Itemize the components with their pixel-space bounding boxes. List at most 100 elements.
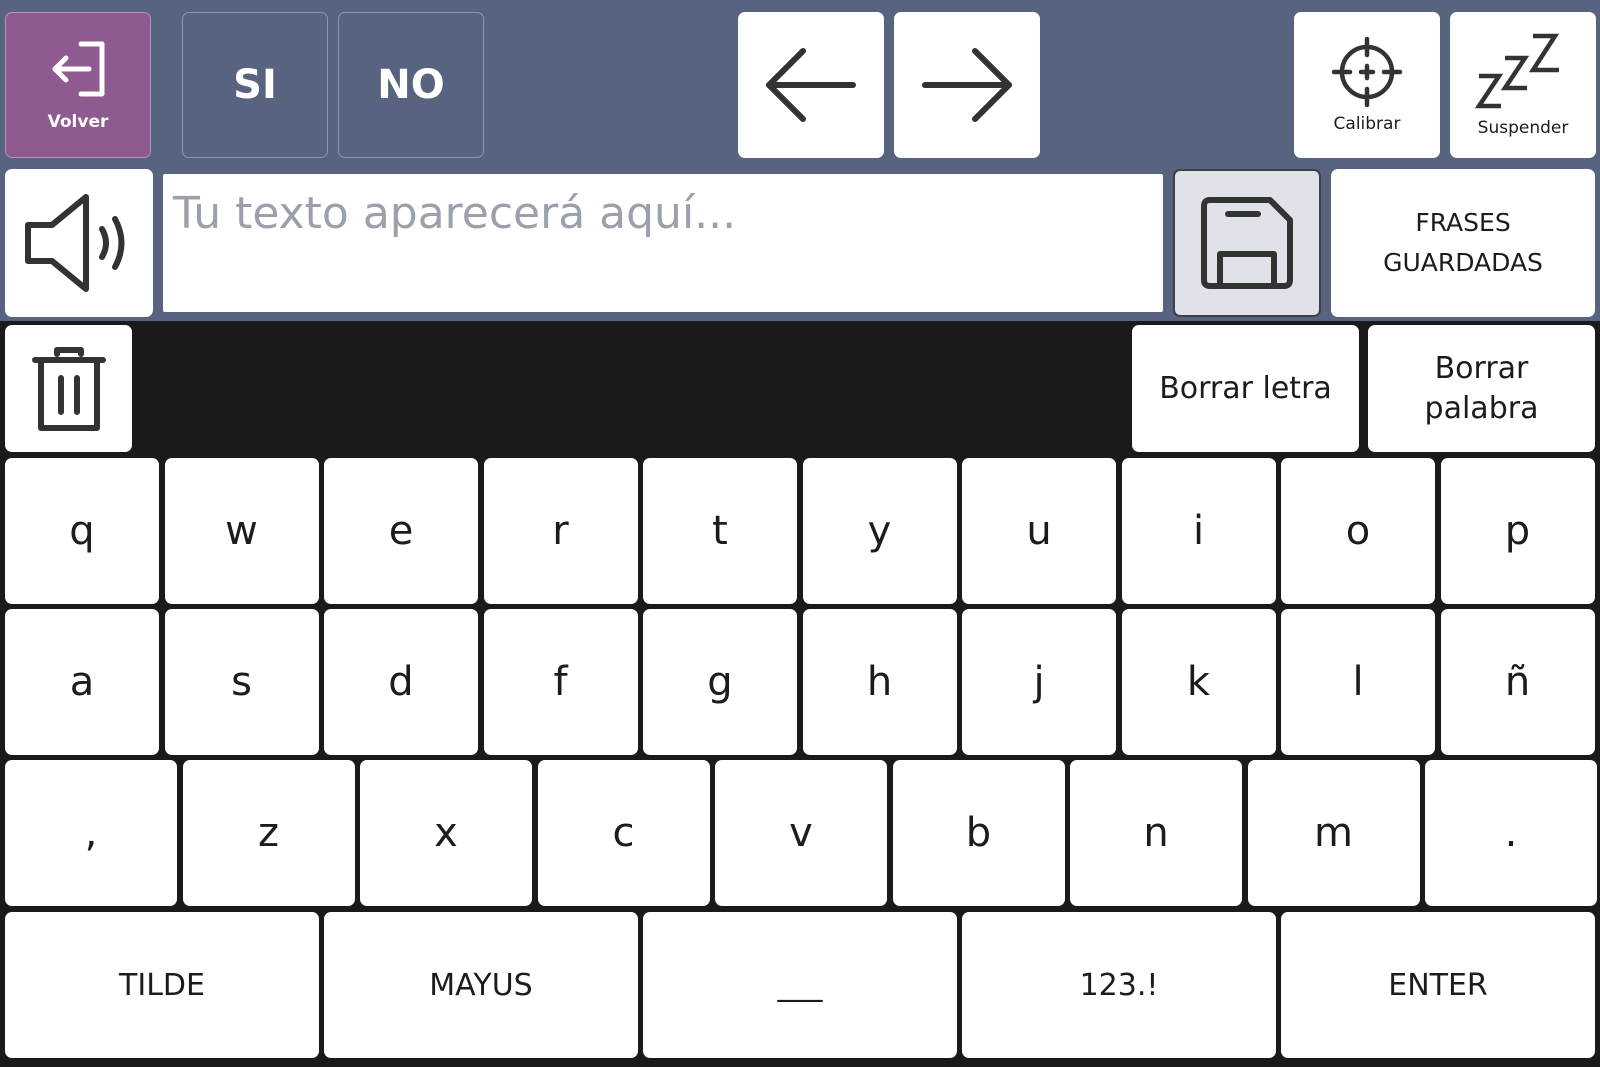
key-o[interactable]: o bbox=[1281, 458, 1435, 604]
key-x[interactable]: x bbox=[360, 760, 532, 906]
cursor-right-button[interactable] bbox=[894, 12, 1040, 158]
no-button[interactable]: NO bbox=[338, 12, 484, 158]
no-label: NO bbox=[377, 62, 445, 108]
calibrar-label: Calibrar bbox=[1333, 114, 1401, 134]
suspender-label: Suspender bbox=[1477, 118, 1569, 138]
key-y[interactable]: y bbox=[802, 458, 957, 604]
key-label: ENTER bbox=[1388, 967, 1488, 1003]
key-label: e bbox=[388, 508, 414, 554]
key-label: TILDE bbox=[119, 967, 205, 1003]
key-label: , bbox=[84, 810, 98, 856]
cursor-left-button[interactable] bbox=[738, 12, 884, 158]
delete-word-button[interactable]: Borrar palabra bbox=[1368, 325, 1595, 452]
key-w[interactable]: w bbox=[164, 458, 319, 604]
key-t[interactable]: t bbox=[643, 458, 797, 604]
key-label: h bbox=[866, 659, 893, 705]
key-label: s bbox=[231, 659, 252, 705]
suspender-button[interactable]: Suspender bbox=[1450, 12, 1596, 158]
volver-label: Volver bbox=[47, 112, 109, 132]
key-label: c bbox=[612, 810, 635, 856]
key-m[interactable]: m bbox=[1247, 760, 1420, 906]
key-label: l bbox=[1352, 659, 1364, 705]
key-numbers-symbols[interactable]: 123.! bbox=[962, 912, 1276, 1058]
key-z[interactable]: z bbox=[182, 760, 355, 906]
speaker-icon bbox=[25, 194, 125, 292]
trash-icon bbox=[31, 346, 106, 431]
delete-letter-button[interactable]: Borrar letra bbox=[1132, 325, 1359, 452]
delete-word-line1: Borrar bbox=[1434, 350, 1529, 386]
si-label: SI bbox=[233, 62, 277, 108]
key-enye[interactable]: ñ bbox=[1440, 609, 1595, 755]
delete-letter-label: Borrar letra bbox=[1159, 370, 1332, 406]
arrow-left-icon bbox=[766, 48, 856, 122]
key-i[interactable]: i bbox=[1121, 458, 1276, 604]
key-v[interactable]: v bbox=[715, 760, 887, 906]
key-label: r bbox=[552, 508, 569, 554]
key-space[interactable]: ___ bbox=[643, 912, 957, 1058]
key-label: v bbox=[789, 810, 813, 856]
key-label: w bbox=[225, 508, 258, 554]
save-floppy-icon bbox=[1201, 197, 1293, 289]
saved-phrases-line2: GUARDADAS bbox=[1383, 248, 1543, 277]
key-p[interactable]: p bbox=[1440, 458, 1595, 604]
si-button[interactable]: SI bbox=[182, 12, 328, 158]
key-label: u bbox=[1026, 508, 1052, 554]
key-label: p bbox=[1504, 508, 1531, 554]
exit-icon bbox=[52, 41, 105, 97]
message-text-field[interactable] bbox=[163, 174, 1163, 312]
delete-word-line2: palabra bbox=[1424, 390, 1539, 426]
key-label: MAYUS bbox=[429, 967, 533, 1003]
sleep-zzz-icon bbox=[1475, 33, 1560, 109]
calibrar-button[interactable]: Calibrar bbox=[1294, 12, 1440, 158]
key-c[interactable]: c bbox=[537, 760, 710, 906]
speak-button[interactable] bbox=[5, 169, 153, 317]
key-label: g bbox=[707, 659, 733, 705]
key-period[interactable]: . bbox=[1425, 760, 1597, 906]
key-q[interactable]: q bbox=[5, 458, 159, 604]
clear-all-button[interactable] bbox=[5, 325, 132, 452]
key-label: 123.! bbox=[1079, 967, 1159, 1003]
key-comma[interactable]: , bbox=[5, 760, 177, 906]
key-label: m bbox=[1314, 810, 1353, 856]
key-label: ___ bbox=[777, 967, 823, 1003]
volver-button[interactable]: Volver bbox=[5, 12, 151, 158]
key-r[interactable]: r bbox=[483, 458, 638, 604]
key-label: q bbox=[69, 508, 95, 554]
key-s[interactable]: s bbox=[164, 609, 319, 755]
saved-phrases-line1: FRASES bbox=[1415, 208, 1511, 237]
key-enter[interactable]: ENTER bbox=[1281, 912, 1595, 1058]
key-j[interactable]: j bbox=[962, 609, 1116, 755]
key-u[interactable]: u bbox=[962, 458, 1116, 604]
key-a[interactable]: a bbox=[5, 609, 159, 755]
key-g[interactable]: g bbox=[643, 609, 797, 755]
save-phrase-button[interactable] bbox=[1173, 169, 1321, 317]
key-label: ñ bbox=[1504, 659, 1531, 705]
key-label: . bbox=[1504, 810, 1518, 856]
key-label: f bbox=[553, 659, 568, 705]
key-label: i bbox=[1192, 508, 1205, 554]
saved-phrases-button[interactable]: FRASES GUARDADAS bbox=[1331, 169, 1595, 317]
key-b[interactable]: b bbox=[892, 760, 1065, 906]
key-k[interactable]: k bbox=[1121, 609, 1276, 755]
key-label: z bbox=[258, 810, 279, 856]
key-label: y bbox=[867, 508, 892, 554]
key-label: n bbox=[1143, 810, 1169, 856]
key-n[interactable]: n bbox=[1070, 760, 1242, 906]
key-h[interactable]: h bbox=[802, 609, 957, 755]
key-shift[interactable]: MAYUS bbox=[324, 912, 638, 1058]
key-l[interactable]: l bbox=[1281, 609, 1435, 755]
key-label: j bbox=[1033, 659, 1045, 705]
key-label: k bbox=[1186, 659, 1211, 705]
key-d[interactable]: d bbox=[324, 609, 478, 755]
key-label: d bbox=[388, 659, 414, 705]
key-label: o bbox=[1345, 508, 1371, 554]
key-label: t bbox=[712, 508, 728, 554]
key-label: a bbox=[69, 659, 95, 705]
key-f[interactable]: f bbox=[483, 609, 638, 755]
crosshair-icon bbox=[1331, 36, 1403, 108]
key-tilde[interactable]: TILDE bbox=[5, 912, 319, 1058]
arrow-right-icon bbox=[922, 48, 1012, 122]
key-e[interactable]: e bbox=[324, 458, 478, 604]
key-label: x bbox=[434, 810, 458, 856]
key-label: b bbox=[965, 810, 992, 856]
